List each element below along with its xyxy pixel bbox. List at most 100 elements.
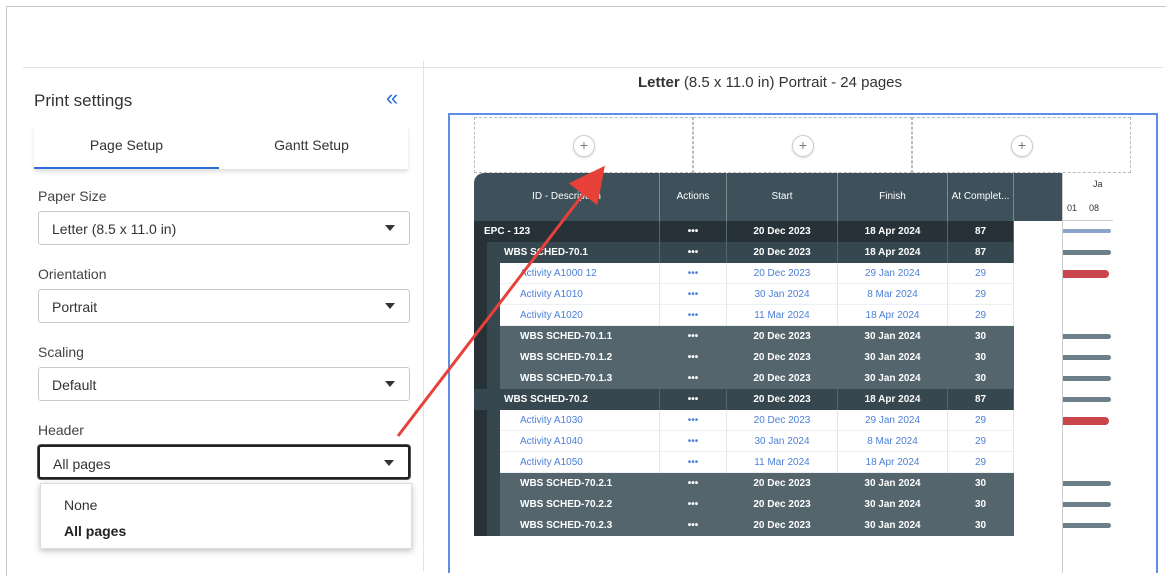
row-description: Activity A1010 [520, 284, 660, 305]
row-at-completion: 29 [948, 263, 1014, 284]
row-indent [474, 410, 487, 431]
table-row[interactable]: Activity A1010 ••• 30 Jan 2024 8 Mar 2024 29 [474, 284, 1014, 305]
row-actions-menu[interactable]: ••• [660, 473, 727, 494]
table-row[interactable]: Activity A1050 ••• 11 Mar 2024 18 Apr 2024 2… [474, 452, 1014, 473]
row-finish-date: 18 Apr 2024 [838, 389, 948, 410]
chevron-down-icon [385, 303, 395, 309]
add-circle-icon[interactable]: + [792, 135, 814, 157]
row-actions-menu[interactable]: ••• [660, 263, 727, 284]
dropdown-option-all-pages[interactable]: All pages [64, 523, 126, 539]
row-description: Activity A1030 [520, 410, 660, 431]
row-actions-menu[interactable]: ••• [660, 431, 727, 452]
row-at-completion: 87 [948, 221, 1014, 242]
row-actions-menu[interactable]: ••• [660, 368, 727, 389]
gantt-day-label: 08 [1089, 203, 1100, 213]
row-indent [487, 305, 500, 326]
row-actions-menu[interactable]: ••• [660, 515, 727, 536]
row-indent [474, 473, 487, 494]
column-header-id-description[interactable]: ID - Description [474, 173, 660, 221]
collapse-panel-icon[interactable]: « [386, 87, 398, 109]
table-row[interactable]: WBS SCHED-70.2.1 ••• 20 Dec 2023 30 Jan 202… [474, 473, 1014, 494]
row-indent [474, 347, 487, 368]
header-slot-center[interactable]: + [693, 117, 912, 173]
chevron-down-icon [384, 460, 394, 466]
table-row[interactable]: WBS SCHED-70.1.2 ••• 20 Dec 2023 30 Jan 202… [474, 347, 1014, 368]
row-start-date: 20 Dec 2023 [727, 221, 838, 242]
row-actions-menu[interactable]: ••• [660, 284, 727, 305]
row-actions-menu[interactable]: ••• [660, 452, 727, 473]
preview-title: Letter (8.5 x 11.0 in) Portrait - 24 pag… [638, 74, 902, 91]
row-finish-date: 18 Apr 2024 [838, 221, 948, 242]
table-row[interactable]: Activity A1030 ••• 20 Dec 2023 29 Jan 2024 2… [474, 410, 1014, 431]
tab-gantt-setup[interactable]: Gantt Setup [219, 125, 404, 169]
row-description: WBS SCHED-70.1.2 [520, 347, 660, 368]
row-finish-date: 30 Jan 2024 [838, 347, 948, 368]
orientation-select[interactable]: Portrait [38, 289, 410, 323]
row-indent [487, 347, 500, 368]
row-at-completion: 87 [948, 389, 1014, 410]
row-start-date: 11 Mar 2024 [727, 452, 838, 473]
row-actions-menu[interactable]: ••• [660, 242, 727, 263]
table-row[interactable]: WBS SCHED-70.2.2 ••• 20 Dec 2023 30 Jan 202… [474, 494, 1014, 515]
column-header-finish[interactable]: Finish [838, 173, 948, 221]
table-row[interactable]: WBS SCHED-70.1.3 ••• 20 Dec 2023 30 Jan 202… [474, 368, 1014, 389]
row-description: WBS SCHED-70.2.1 [520, 473, 660, 494]
row-at-completion: 29 [948, 305, 1014, 326]
column-header-actions[interactable]: Actions [660, 173, 727, 221]
orientation-label: Orientation [38, 266, 107, 282]
row-actions-menu[interactable]: ••• [660, 347, 727, 368]
row-start-date: 30 Jan 2024 [727, 284, 838, 305]
table-row[interactable]: Activity A1020 ••• 11 Mar 2024 18 Apr 2024 2… [474, 305, 1014, 326]
table-row[interactable]: Activity A1000 12 ••• 20 Dec 2023 29 Jan 20… [474, 263, 1014, 284]
row-description: WBS SCHED-70.1.1 [520, 326, 660, 347]
row-start-date: 30 Jan 2024 [727, 431, 838, 452]
row-indent [474, 263, 487, 284]
column-header-at-completion[interactable]: At Complet... [948, 173, 1014, 221]
scaling-select[interactable]: Default [38, 367, 410, 401]
table-row[interactable]: WBS SCHED-70.1.1 ••• 20 Dec 2023 30 Jan 202… [474, 326, 1014, 347]
row-actions-menu[interactable]: ••• [660, 494, 727, 515]
row-at-completion: 30 [948, 326, 1014, 347]
row-finish-date: 30 Jan 2024 [838, 494, 948, 515]
gantt-summary-bar [1063, 502, 1111, 507]
row-indent [474, 515, 487, 536]
header-slot-right[interactable]: + [912, 117, 1131, 173]
header-slot-left[interactable]: + [474, 117, 693, 173]
row-actions-menu[interactable]: ••• [660, 389, 727, 410]
row-start-date: 11 Mar 2024 [727, 305, 838, 326]
add-circle-icon[interactable]: + [1011, 135, 1033, 157]
row-actions-menu[interactable]: ••• [660, 305, 727, 326]
row-indent [487, 515, 500, 536]
add-circle-icon[interactable]: + [573, 135, 595, 157]
row-start-date: 20 Dec 2023 [727, 473, 838, 494]
row-finish-date: 18 Apr 2024 [838, 305, 948, 326]
gantt-summary-bar [1063, 481, 1111, 486]
table-row[interactable]: WBS SCHED-70.1 ••• 20 Dec 2023 18 Apr 2024 8… [474, 242, 1014, 263]
row-actions-menu[interactable]: ••• [660, 221, 727, 242]
grid-header-filler [1014, 173, 1062, 221]
row-at-completion: 30 [948, 368, 1014, 389]
chevron-down-icon [385, 225, 395, 231]
row-actions-menu[interactable]: ••• [660, 410, 727, 431]
table-row[interactable]: WBS SCHED-70.2.3 ••• 20 Dec 2023 30 Jan 202… [474, 515, 1014, 536]
row-actions-menu[interactable]: ••• [660, 326, 727, 347]
row-start-date: 20 Dec 2023 [727, 515, 838, 536]
gantt-day-label: 01 [1067, 203, 1078, 213]
table-row[interactable]: WBS SCHED-70.2 ••• 20 Dec 2023 18 Apr 2024 8… [474, 389, 1014, 410]
dropdown-option-none[interactable]: None [64, 497, 97, 513]
row-indent [487, 473, 500, 494]
gantt-timescale: Ja 01 08 [1063, 173, 1113, 221]
gantt-chart: Ja 01 08 [1062, 173, 1113, 573]
print-preview-page: + + + ID - Description Actions Start Fin… [448, 113, 1158, 573]
column-header-start[interactable]: Start [727, 173, 838, 221]
row-start-date: 20 Dec 2023 [727, 347, 838, 368]
header-select[interactable]: All pages [38, 445, 410, 479]
paper-size-select[interactable]: Letter (8.5 x 11.0 in) [38, 211, 410, 245]
table-row[interactable]: EPC - 123 ••• 20 Dec 2023 18 Apr 2024 87 [474, 221, 1014, 242]
row-finish-date: 30 Jan 2024 [838, 326, 948, 347]
table-row[interactable]: Activity A1040 ••• 30 Jan 2024 8 Mar 2024 29 [474, 431, 1014, 452]
row-indent [474, 284, 487, 305]
tab-page-setup[interactable]: Page Setup [34, 125, 219, 169]
gantt-month-label: Ja [1093, 179, 1103, 189]
row-start-date: 20 Dec 2023 [727, 263, 838, 284]
